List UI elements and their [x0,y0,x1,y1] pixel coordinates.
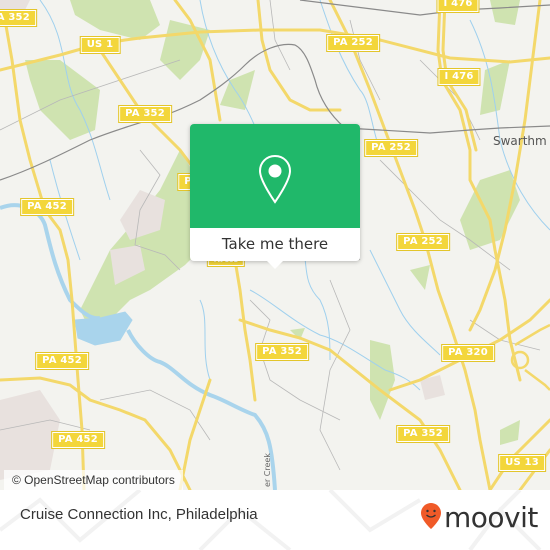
footer: Cruise Connection Inc, Philadelphia moov… [0,490,550,550]
take-me-there-popup[interactable]: Take me there [190,124,360,269]
park-area [70,0,160,40]
place-label-swarthmore: Swarthm [493,134,547,148]
road [256,0,342,112]
map-attribution[interactable]: © OpenStreetMap contributors [4,470,183,490]
brand-name: moovit [444,501,538,534]
road-shield-us-13: US 13 [498,454,546,472]
park-area [25,60,100,140]
place-title: Cruise Connection Inc, Philadelphia [20,506,258,523]
interchanges [510,323,550,391]
map-view[interactable]: US 1 PA 352 PA 352 PA 252 I 476 I 476 PA… [0,0,550,490]
popup-pointer [266,260,284,269]
moovit-pin-icon [420,502,442,534]
road-shield-us-1: US 1 [79,36,121,54]
road-shield-pa-252: PA 252 [326,34,380,52]
road-shield-pa-452: PA 452 [51,431,105,449]
road-shield-pa-352: PA 352 [118,105,172,123]
moovit-logo[interactable]: moovit [420,502,538,534]
road-shield-i-476: I 476 [437,68,481,86]
park-area [500,420,520,445]
water-label-creek: er Creek [263,453,272,487]
road [468,0,542,332]
park-area [220,70,255,110]
road [178,378,212,490]
road-shield-pa-452: PA 452 [20,198,74,216]
road-shield-pa-252: PA 252 [396,233,450,251]
take-me-there-button[interactable]: Take me there [190,228,360,261]
popup-header [190,124,360,228]
road-shield-pa-252: PA 252 [364,139,418,157]
road-shield-i-476: I 476 [436,0,480,13]
park-area [460,170,520,250]
road-shield-pa-320: PA 320 [441,344,495,362]
park-area [490,0,520,25]
road-shield-pa-352: PA 352 [255,343,309,361]
park-area [370,340,395,420]
park-area [160,20,210,80]
road-shield-pa-352: PA 352 [0,9,37,27]
road-shield-pa-452: PA 452 [35,352,89,370]
road-shield-pa-352: PA 352 [396,425,450,443]
park-area [410,265,430,290]
